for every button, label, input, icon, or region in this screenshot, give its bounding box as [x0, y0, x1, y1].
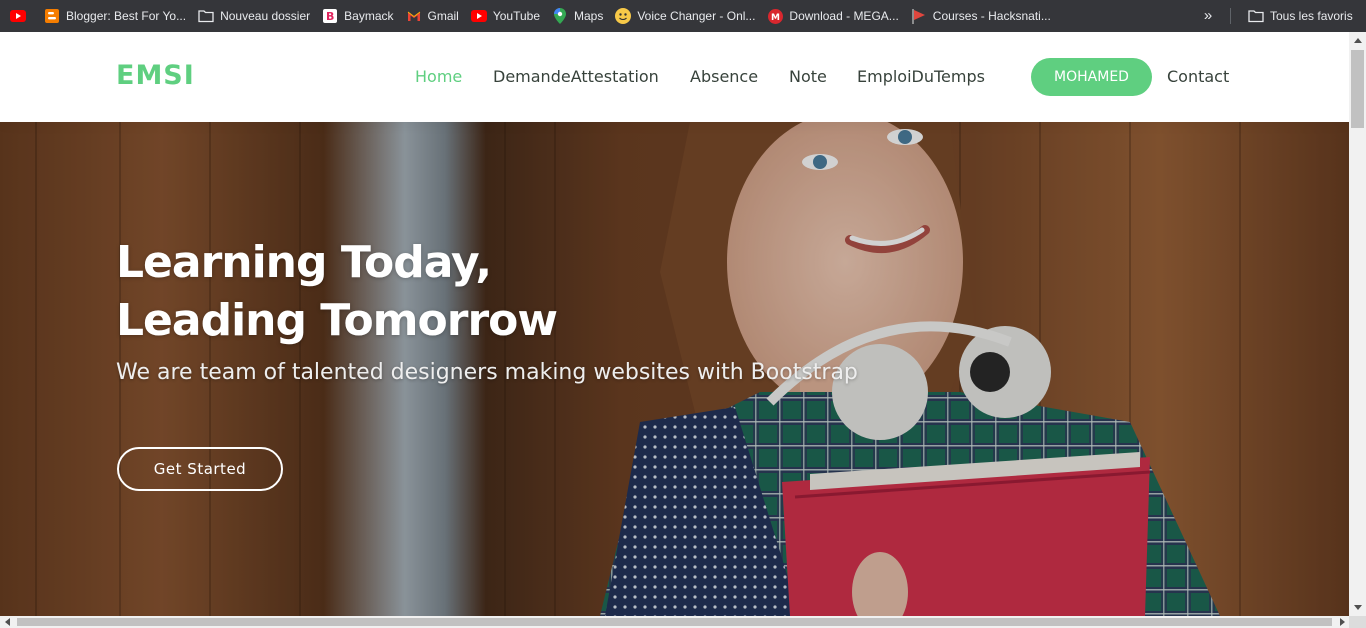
svg-text:M: M [771, 13, 780, 23]
blogger-icon [44, 8, 60, 24]
youtube-icon [10, 8, 26, 24]
nav-link-contact[interactable]: Contact [1167, 67, 1229, 86]
nav-link-absence[interactable]: Absence [690, 67, 758, 86]
bookmark-label: YouTube [492, 9, 540, 23]
bookmark-baymack[interactable]: B Baymack [316, 5, 399, 27]
nav-link-emploi-du-temps[interactable]: EmploiDuTemps [857, 67, 985, 86]
bookmark-courses[interactable]: Courses - Hacksnati... [905, 5, 1057, 27]
hero-title: Learning Today, Leading Tomorrow [116, 234, 558, 350]
horizontal-scrollbar-thumb[interactable] [17, 618, 1332, 626]
site-header: EMSI Home DemandeAttestation Absence Not… [0, 32, 1349, 122]
user-account-button[interactable]: MOHAMED [1031, 58, 1152, 96]
voice-changer-icon [615, 8, 632, 24]
bookmark-label: Baymack [344, 9, 394, 23]
bookmarks-bar: Blogger: Best For Yo... Nouveau dossier … [0, 0, 1366, 32]
bookmark-voice-changer[interactable]: Voice Changer - Onl... [609, 5, 761, 27]
bookmark-maps[interactable]: Maps [546, 5, 609, 27]
bookmark-gmail[interactable]: Gmail [400, 5, 465, 27]
scroll-left-arrow-icon[interactable] [0, 616, 14, 628]
bookmark-label: Blogger: Best For Yo... [66, 9, 187, 23]
bookmark-label: Gmail [427, 9, 459, 23]
bookmark-label: Download - MEGA... [789, 9, 899, 23]
bookmark-label: Tous les favoris [1270, 9, 1353, 23]
mega-icon: M [767, 8, 783, 24]
baymack-icon: B [322, 8, 338, 24]
scroll-down-arrow-icon[interactable] [1349, 599, 1366, 616]
gmail-icon [406, 8, 422, 24]
scrollbar-corner [1349, 616, 1366, 628]
bookmark-label: Courses - Hacksnati... [932, 9, 1051, 23]
bookmark-label: Voice Changer - Onl... [637, 9, 756, 23]
bookmark-label: Nouveau dossier [220, 9, 311, 23]
folder-icon [1248, 8, 1264, 24]
hero-title-line-1: Learning Today, [116, 237, 492, 288]
chevron-double-right-icon[interactable]: » [1198, 4, 1218, 26]
main-nav: Home DemandeAttestation Absence Note Emp… [0, 32, 1349, 122]
bookmark-label: Maps [574, 9, 604, 23]
scroll-up-arrow-icon[interactable] [1349, 32, 1366, 49]
nav-link-home[interactable]: Home [415, 67, 462, 86]
nav-link-note[interactable]: Note [789, 67, 827, 86]
hero-subtitle: We are team of talented designers making… [116, 360, 858, 385]
bookmark-all-favorites[interactable]: Tous les favoris [1242, 5, 1359, 27]
bookmarks-divider [1230, 8, 1231, 24]
bookmark-youtube[interactable]: YouTube [465, 5, 546, 27]
bookmark-nouveau-dossier[interactable]: Nouveau dossier [192, 5, 316, 27]
get-started-button[interactable]: Get Started [117, 447, 283, 491]
vertical-scrollbar-thumb[interactable] [1351, 50, 1364, 128]
maps-pin-icon [552, 8, 568, 24]
bookmark-youtube-shortcut[interactable] [4, 5, 38, 27]
bookmark-mega[interactable]: M Download - MEGA... [761, 5, 904, 27]
hero-section: Learning Today, Leading Tomorrow We are … [0, 122, 1349, 616]
folder-icon [198, 8, 214, 24]
scroll-right-arrow-icon[interactable] [1335, 616, 1349, 628]
bookmark-blogger[interactable]: Blogger: Best For Yo... [38, 5, 192, 27]
courses-flag-icon [911, 8, 927, 24]
nav-link-demande-attestation[interactable]: DemandeAttestation [493, 67, 659, 86]
youtube-icon [470, 8, 487, 24]
vertical-scrollbar[interactable] [1349, 32, 1366, 616]
page-viewport: EMSI Home DemandeAttestation Absence Not… [0, 32, 1349, 616]
horizontal-scrollbar[interactable] [0, 616, 1349, 628]
hero-title-line-2: Leading Tomorrow [116, 295, 558, 346]
svg-text:B: B [326, 10, 334, 23]
